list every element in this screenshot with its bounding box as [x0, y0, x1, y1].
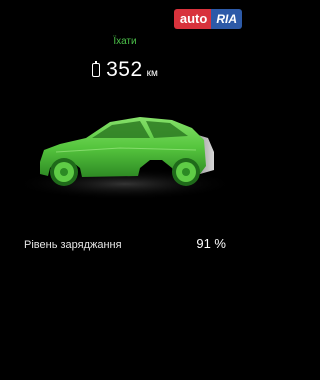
- charge-level-label: Рівень заряджання: [24, 239, 122, 251]
- watermark-auto: auto: [173, 9, 212, 29]
- car-svg: [13, 117, 237, 200]
- battery-icon: [92, 60, 101, 77]
- drive-status-label: Їхати: [113, 36, 137, 47]
- charge-level-value: 91 %: [196, 236, 226, 251]
- front-wheel: [50, 158, 78, 186]
- autoria-watermark: auto RIA: [173, 9, 242, 29]
- range-unit: км: [146, 68, 158, 79]
- car-illustration: [0, 100, 250, 210]
- charge-level-row: Рівень заряджання 91 %: [24, 236, 226, 251]
- watermark-ria: RIA: [211, 9, 242, 29]
- range-display: 352 км: [0, 58, 250, 82]
- rear-wheel: [172, 158, 200, 186]
- range-value: 352: [106, 58, 143, 81]
